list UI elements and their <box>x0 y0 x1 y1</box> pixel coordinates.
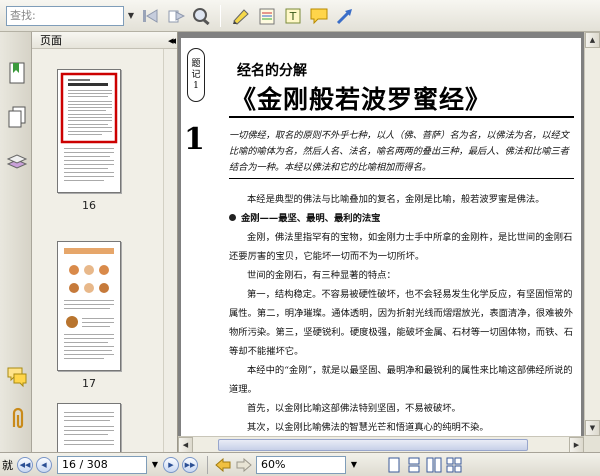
horizontal-scrollbar[interactable]: ◀ ▶ <box>178 436 584 453</box>
back-arrow-icon[interactable] <box>214 457 232 473</box>
chapter-strip: 题 记 1 1 <box>181 38 209 168</box>
forward-arrow-icon[interactable] <box>235 457 253 473</box>
continuous-facing-view-icon[interactable] <box>446 456 462 474</box>
vertical-scrollbar[interactable]: ▲ ▼ <box>584 32 600 436</box>
chapter-tab-char: 题 <box>191 58 201 69</box>
text-box-icon[interactable]: T <box>281 4 305 28</box>
collapse-panel-icon[interactable]: ◂◂ <box>168 34 176 47</box>
layers-icon[interactable] <box>6 148 28 174</box>
section-heading: 金刚——最坚、最明、最利的法宝 <box>229 209 575 228</box>
document-view[interactable]: 题 记 1 1 经名的分解 《金刚般若波罗蜜经》 一切佛经，取名的原则不外乎七种… <box>178 32 600 453</box>
status-separator <box>207 455 208 474</box>
page-number-field[interactable]: 16 / 308 <box>57 455 147 474</box>
body-paragraph: 其次，以金刚比喻佛法的智慧光芒和悟道真心的纯明不染。 <box>247 422 489 433</box>
toolbar-separator <box>220 4 221 27</box>
thumbnails-title: 页面 <box>40 34 62 47</box>
scroll-up-icon[interactable]: ▲ <box>585 32 600 48</box>
status-text: 就 <box>2 458 13 472</box>
scrollbar-corner <box>584 436 600 452</box>
continuous-view-icon[interactable] <box>406 456 422 474</box>
pdf-page: 题 记 1 1 经名的分解 《金刚般若波罗蜜经》 一切佛经，取名的原则不外乎七种… <box>181 38 581 436</box>
facing-view-icon[interactable] <box>426 456 442 474</box>
body-paragraph: 本经中的“金刚”，就是以最坚固、最明净和最锐利的属性来比喻这部佛经所说的道理。 <box>229 365 573 395</box>
intro-paragraph: 一切佛经，取名的原则不外乎七种，以人（佛、菩萨）名为名，以佛法为名，以经文比喻的… <box>229 130 569 173</box>
thumbnails-header: 页面 ◂◂ <box>32 32 177 49</box>
next-result-icon[interactable] <box>164 4 188 28</box>
scroll-right-icon[interactable]: ▶ <box>569 437 584 453</box>
binoculars-icon[interactable] <box>190 4 214 28</box>
chapter-tab-char: 记 <box>191 69 201 80</box>
comment-icon[interactable] <box>307 4 331 28</box>
status-bar: 就 ◀◀ ◀ 16 / 308 ▼ ▶ ▶▶ 60% ▼ <box>0 452 600 476</box>
prev-result-icon[interactable] <box>138 4 162 28</box>
toolbar: ▼ T <box>0 0 600 32</box>
search-dropdown-icon[interactable]: ▼ <box>126 6 136 26</box>
zoom-field[interactable]: 60% <box>256 455 346 474</box>
search-input[interactable] <box>10 9 123 22</box>
attachments-icon[interactable] <box>6 406 28 432</box>
scroll-left-icon[interactable]: ◀ <box>178 437 193 453</box>
single-page-view-icon[interactable] <box>386 456 402 474</box>
last-page-icon[interactable]: ▶▶ <box>182 456 198 473</box>
section-kicker: 经名的分解 <box>237 63 307 79</box>
thumbnails-panel: 页面 ◂◂ 16 17 <box>32 32 178 452</box>
body-paragraph: 金刚，佛法里指罕有的宝物，如金刚力士手中所拿的金刚杵，是比世间的金刚石还要厉害的… <box>229 232 573 262</box>
body-paragraph: 首先，以金刚比喻这部佛法特别坚固，不易被破坏。 <box>247 403 461 414</box>
page-thumbnail-16[interactable] <box>57 69 121 193</box>
first-page-icon[interactable]: ◀◀ <box>17 456 33 473</box>
chapter-tab-char: 1 <box>193 80 199 91</box>
thumbnail-list: 16 17 <box>32 49 164 452</box>
prev-page-icon[interactable]: ◀ <box>36 456 52 473</box>
next-page-icon[interactable]: ▶ <box>163 456 179 473</box>
body-text: 本经是典型的佛法与比喻叠加的复名，金刚是比喻，般若波罗蜜是佛法。金刚——最坚、最… <box>229 190 575 436</box>
title-rule <box>229 116 574 118</box>
highlight-pen-icon[interactable] <box>229 4 253 28</box>
body-paragraph: 世间的金刚石，有三种显著的特点： <box>247 270 396 281</box>
page-dropdown-icon[interactable]: ▼ <box>149 456 161 474</box>
chapter-tab: 题 记 1 <box>187 48 205 102</box>
page-thumbnail-17[interactable] <box>57 241 121 371</box>
page-thumbnail-next[interactable] <box>57 403 121 452</box>
page-title: 《金刚般若波罗蜜经》 <box>231 85 492 114</box>
bookmarks-icon[interactable] <box>6 60 28 86</box>
svg-text:T: T <box>289 10 297 23</box>
body-paragraph: 第一，结构稳定。不容易被硬性破坏，也不会轻易发生化学反应，有坚固恒常的属性。第二… <box>229 289 573 357</box>
navigation-icon-strip <box>0 32 32 452</box>
thumbnail-scrollbar[interactable] <box>163 49 177 452</box>
thumbnail-label: 17 <box>82 377 96 390</box>
section-heading-text: 金刚——最坚、最明、最利的法宝 <box>241 213 381 224</box>
intro-rule <box>229 178 574 179</box>
chapter-number: 1 <box>184 122 205 157</box>
arrow-icon[interactable] <box>333 4 357 28</box>
pages-icon[interactable] <box>6 104 28 130</box>
search-box[interactable] <box>6 5 124 26</box>
body-paragraph: 本经是典型的佛法与比喻叠加的复名，金刚是比喻，般若波罗蜜是佛法。 <box>247 194 545 205</box>
horizontal-scroll-thumb[interactable] <box>218 439 528 451</box>
thumbnail-label: 16 <box>82 199 96 212</box>
scroll-down-icon[interactable]: ▼ <box>585 420 600 436</box>
zoom-dropdown-icon[interactable]: ▼ <box>348 456 360 474</box>
comments-panel-icon[interactable] <box>6 364 28 390</box>
notepad-icon[interactable] <box>255 4 279 28</box>
bullet-icon <box>229 214 236 221</box>
